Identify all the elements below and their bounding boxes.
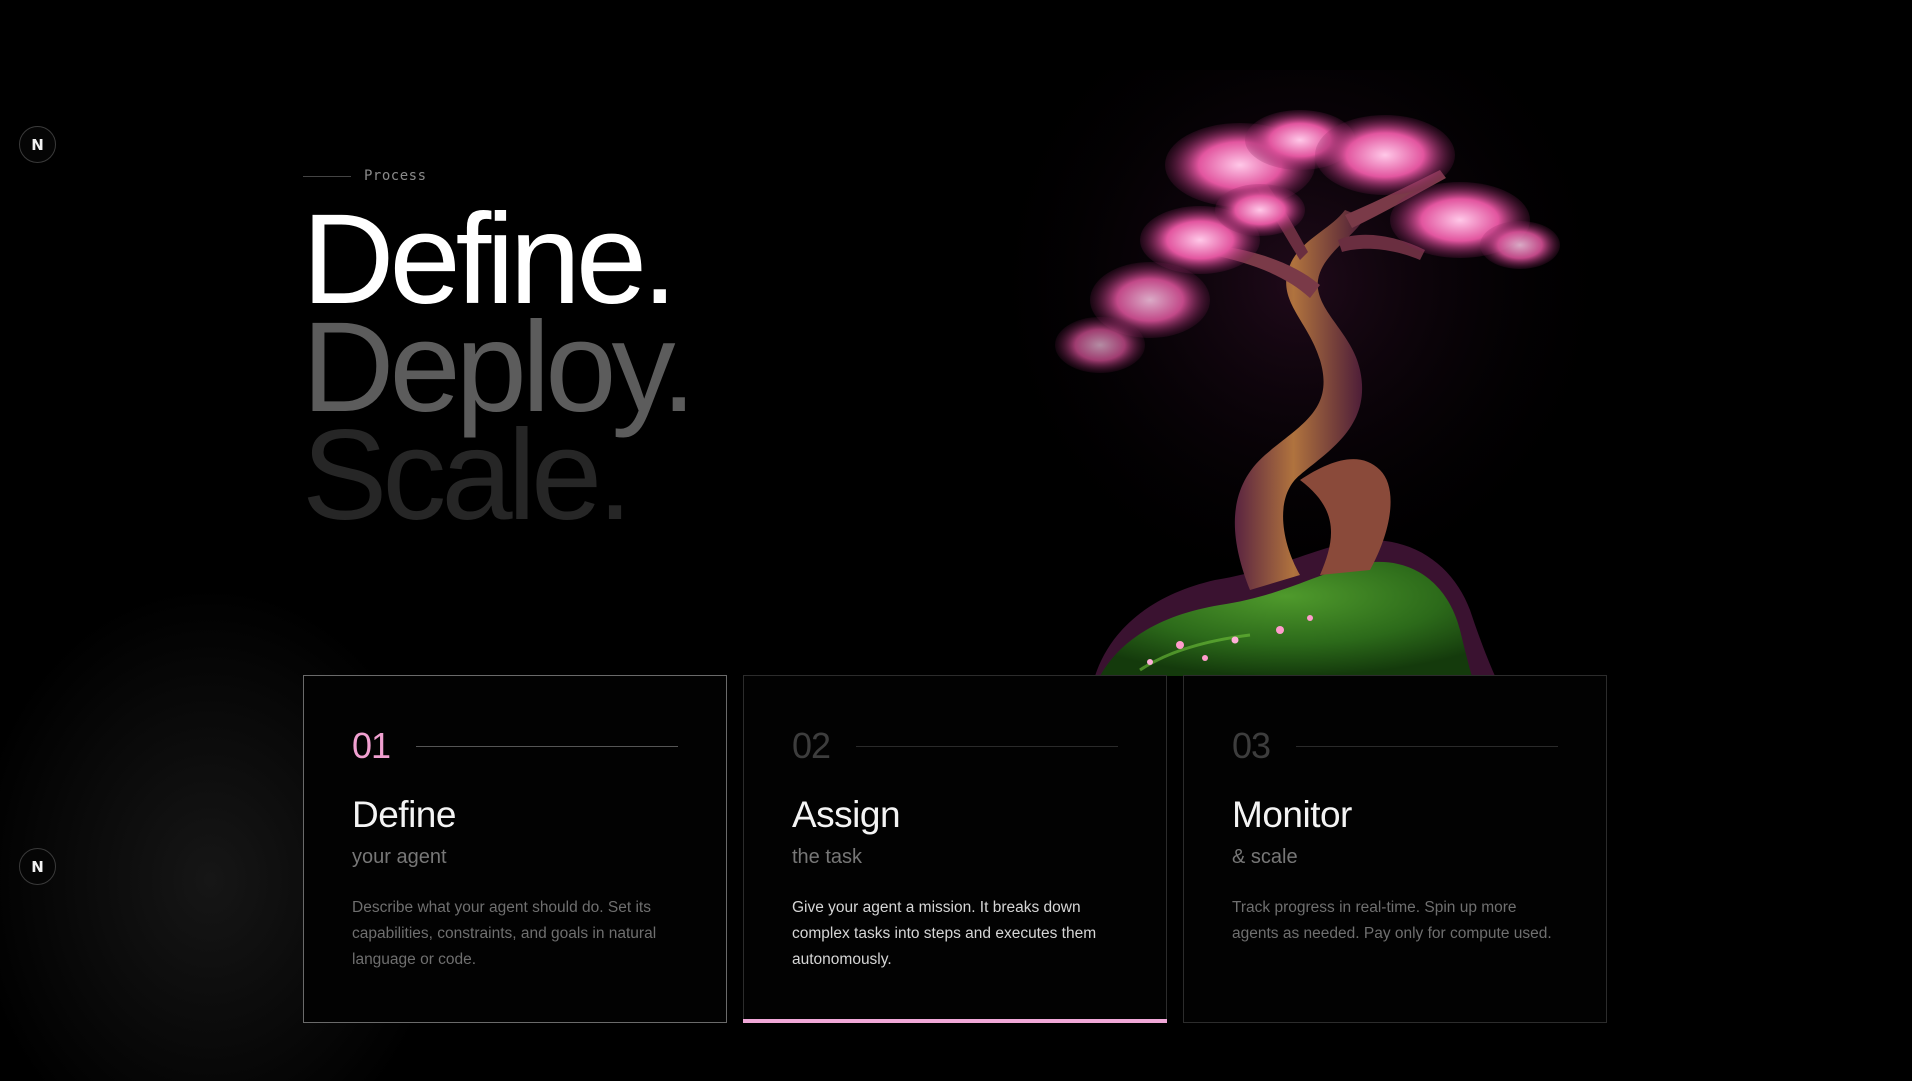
card-step-number: 02: [792, 725, 831, 766]
card-description: Track progress in real-time. Spin up mor…: [1232, 899, 1552, 942]
process-cards: 01 Define your agent Describe what your …: [303, 675, 1607, 1023]
card-subtitle: the task: [792, 846, 863, 868]
card-header: 01: [352, 724, 678, 768]
card-title: Monitor: [1232, 794, 1352, 835]
process-card-define[interactable]: 01 Define your agent Describe what your …: [303, 675, 727, 1023]
card-step-number: 01: [352, 725, 391, 766]
bonsai-tree-illustration: [1000, 70, 1600, 676]
logo-letter: N: [31, 135, 44, 154]
eyebrow-divider: [303, 175, 351, 177]
card-subtitle: your agent: [352, 846, 447, 868]
card-divider: [856, 745, 1118, 747]
logo-badge-top[interactable]: N: [19, 126, 56, 163]
logo-badge-bottom[interactable]: N: [19, 848, 56, 885]
card-title: Define: [352, 794, 456, 835]
process-card-assign[interactable]: 02 Assign the task Give your agent a mis…: [743, 675, 1167, 1023]
logo-letter: N: [31, 857, 44, 876]
process-card-monitor[interactable]: 03 Monitor & scale Track progress in rea…: [1183, 675, 1607, 1023]
card-divider: [1296, 745, 1558, 747]
card-subtitle: & scale: [1232, 846, 1298, 868]
card-description: Describe what your agent should do. Set …: [352, 899, 657, 968]
page-headline: Define. Deploy. Scale.: [302, 196, 696, 540]
card-title: Assign: [792, 794, 901, 835]
card-divider: [416, 745, 678, 747]
section-eyebrow: Process: [303, 168, 427, 184]
card-step-number: 03: [1232, 725, 1271, 766]
card-description: Give your agent a mission. It breaks dow…: [792, 899, 1097, 968]
card-header: 02: [792, 724, 1118, 768]
eyebrow-label: Process: [364, 168, 427, 184]
process-section: N N Process Define. Deploy. Scale. 01 De…: [0, 0, 1912, 1081]
card-header: 03: [1232, 724, 1558, 768]
